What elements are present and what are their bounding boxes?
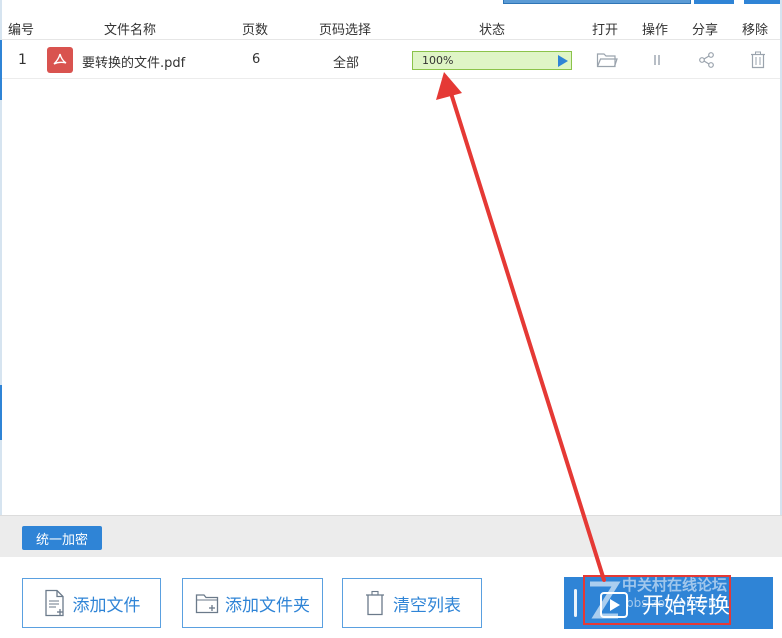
add-file-label: 添加文件 (72, 595, 141, 616)
trash-icon[interactable] (746, 50, 770, 70)
col-pages: 页数 (242, 23, 269, 38)
output-settings-strip (0, 0, 782, 6)
list-footer-bar: 统一加密 (0, 515, 782, 557)
page-range-select[interactable]: 全部 (333, 52, 359, 71)
add-file-icon (44, 589, 64, 617)
add-file-button[interactable]: 添加文件 (22, 578, 161, 628)
col-share: 分享 (692, 23, 719, 38)
clear-list-label: 清空列表 (393, 595, 461, 616)
play-icon[interactable] (558, 55, 568, 67)
col-open: 打开 (592, 23, 619, 38)
file-table-header: 编号 文件名称 页数 页码选择 状态 打开 操作 分享 移除 (2, 16, 780, 40)
add-folder-label: 添加文件夹 (225, 595, 310, 616)
share-icon[interactable] (695, 50, 719, 70)
action-panel: 添加文件 添加文件夹 清空列表 开始转换 (0, 557, 782, 638)
col-remove: 移除 (742, 23, 769, 38)
col-filename: 文件名称 (104, 23, 157, 38)
row-index: 1 (18, 52, 27, 68)
output-path-field[interactable] (503, 0, 691, 4)
table-row[interactable]: 1 要转换的文件.pdf 6 全部 100% (2, 43, 780, 79)
add-folder-button[interactable]: 添加文件夹 (182, 578, 323, 628)
progress-text: 100% (422, 54, 454, 67)
start-convert-label: 开始转换 (642, 594, 731, 619)
browse-button[interactable] (694, 0, 734, 4)
pause-icon[interactable] (645, 50, 669, 70)
col-page-select: 页码选择 (319, 23, 372, 38)
page-count: 6 (252, 52, 261, 67)
col-index: 编号 (8, 23, 35, 38)
pdf-file-icon (47, 47, 73, 73)
clear-list-button[interactable]: 清空列表 (342, 578, 482, 628)
conversion-progress-bar: 100% (412, 51, 572, 70)
col-status: 状态 (479, 23, 506, 38)
col-operate: 操作 (642, 23, 669, 38)
trash-icon (366, 590, 384, 616)
open-output-button[interactable] (744, 0, 782, 4)
file-name: 要转换的文件.pdf (82, 56, 186, 71)
play-icon (600, 592, 628, 618)
unified-encrypt-button[interactable]: 统一加密 (22, 526, 102, 550)
add-folder-icon (195, 594, 219, 614)
start-convert-button[interactable]: 开始转换 (564, 577, 773, 629)
folder-open-icon[interactable] (595, 50, 619, 70)
divider-mark (574, 589, 577, 617)
